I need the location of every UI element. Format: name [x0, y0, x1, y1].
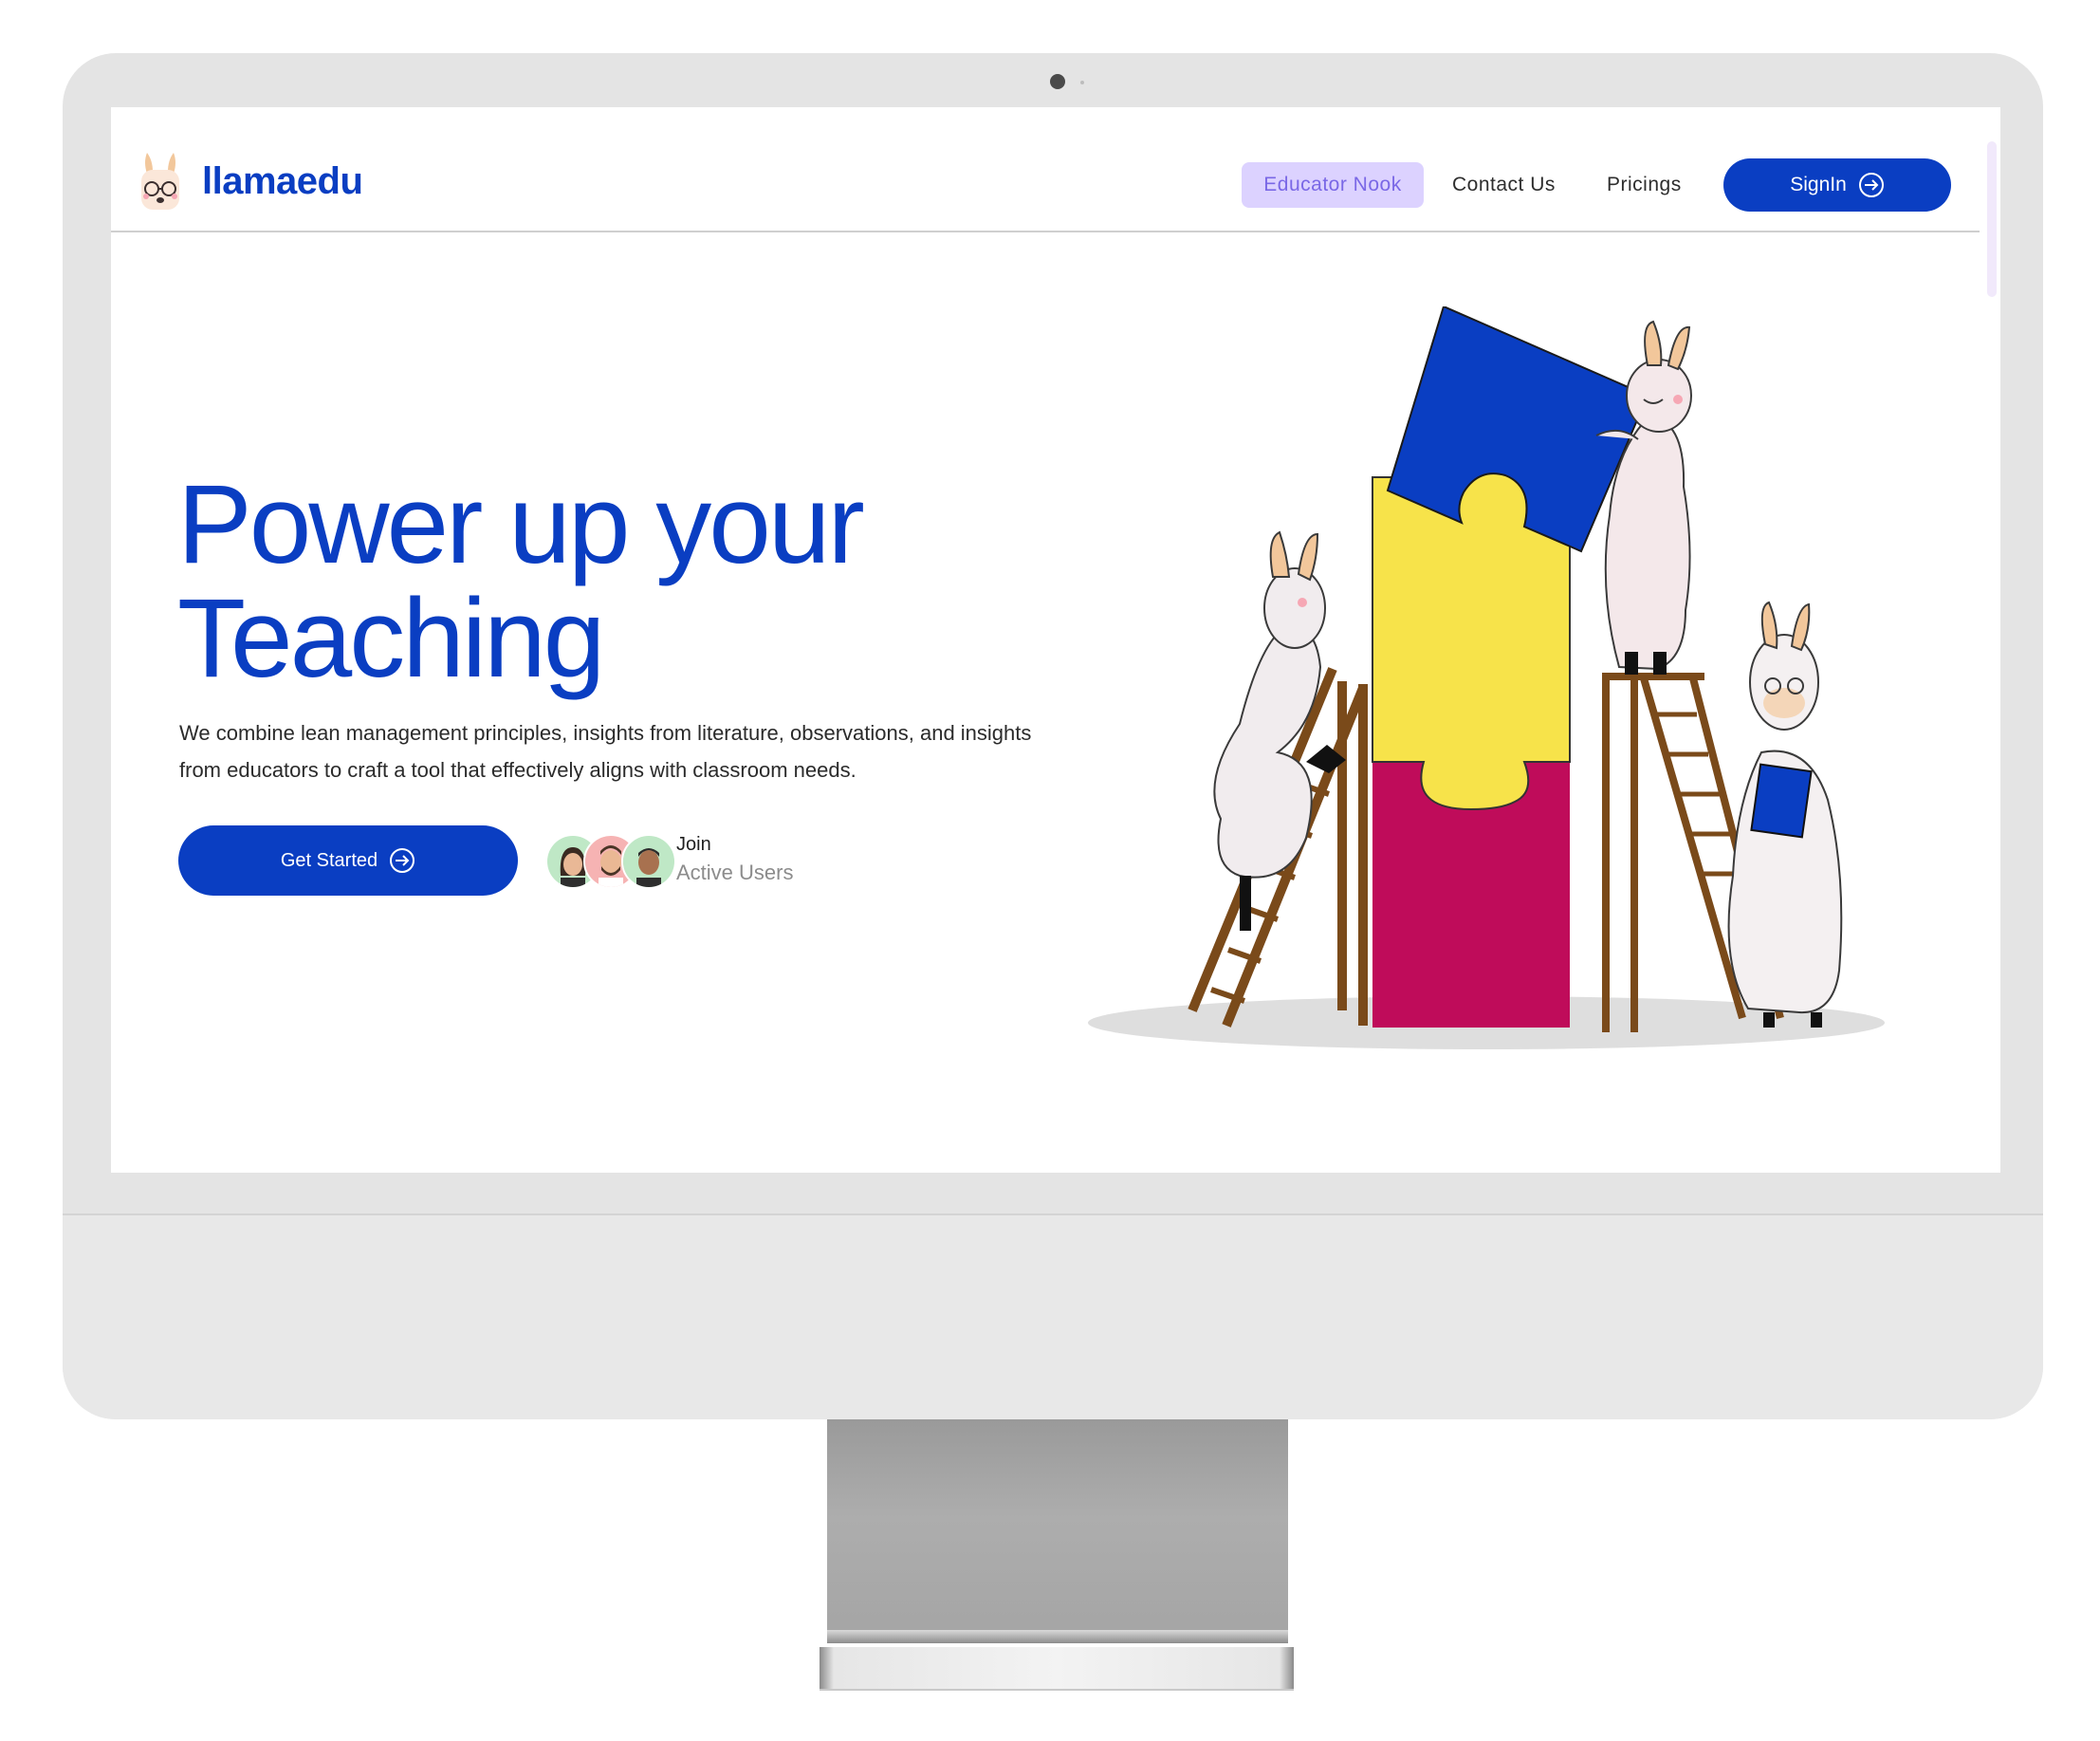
- monitor-chin: [63, 1213, 2043, 1419]
- hero-title-line2: Teaching: [177, 576, 605, 701]
- navbar: llamaedu Educator Nook Contact Us Pricin…: [111, 107, 1980, 232]
- llama-logo-icon[interactable]: [138, 149, 183, 212]
- hero-title-line1: Power up your: [177, 462, 865, 587]
- llama-with-book: [1727, 601, 1843, 1028]
- join-label: Join: [676, 834, 711, 855]
- nav-educator-nook[interactable]: Educator Nook: [1242, 162, 1424, 208]
- get-started-label: Get Started: [280, 849, 378, 871]
- active-users-label: Active Users: [676, 861, 794, 884]
- brand-name[interactable]: llamaedu: [202, 160, 363, 203]
- hero-title: Power up your Teaching: [177, 468, 865, 695]
- active-users-avatars: [545, 834, 676, 889]
- monitor-stand: [827, 1419, 1288, 1638]
- camera: [1050, 74, 1065, 89]
- blue-book: [1750, 763, 1813, 839]
- hero-description: We combine lean management principles, i…: [179, 721, 1032, 782]
- monitor-stand-foot: [820, 1647, 1294, 1691]
- arrow-right-circle-icon: [1858, 173, 1884, 197]
- signin-label: SignIn: [1790, 174, 1847, 195]
- camera-indicator: [1080, 81, 1084, 84]
- nav-contact-us[interactable]: Contact Us: [1452, 162, 1556, 208]
- nav-pricings[interactable]: Pricings: [1607, 162, 1682, 208]
- llama-standing: [1595, 320, 1692, 675]
- scrollbar[interactable]: [1987, 141, 1997, 297]
- arrow-right-circle-icon: [390, 848, 415, 873]
- monitor-stand-band: [827, 1630, 1288, 1643]
- llama-climbing: [1213, 530, 1346, 931]
- get-started-button[interactable]: Get Started: [178, 825, 518, 896]
- hero-illustration: [1088, 306, 1885, 1049]
- signin-button[interactable]: SignIn: [1723, 158, 1951, 212]
- screen: llamaedu Educator Nook Contact Us Pricin…: [111, 107, 2000, 1173]
- avatar-man: [621, 834, 676, 889]
